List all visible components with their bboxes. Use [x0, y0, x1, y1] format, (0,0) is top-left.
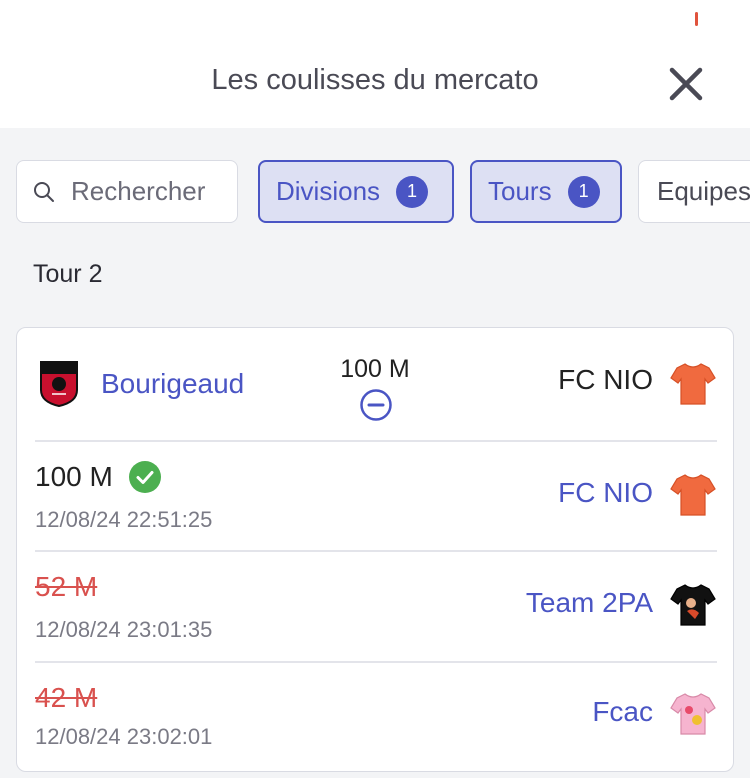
search-placeholder: Rechercher — [71, 176, 206, 206]
bid-row: 100 M 12/08/24 22:51:25 FC NIO — [35, 441, 717, 551]
bid-timestamp: 12/08/24 23:01:35 — [35, 617, 213, 642]
filter-tours-count-badge: 1 — [567, 175, 600, 208]
bid-amount-text: 52 M — [35, 571, 98, 602]
transfer-card: Bourigeaud 100 M FC NIO 100 M 12/08/24 2… — [16, 327, 734, 772]
bid-timestamp: 12/08/24 23:02:01 — [35, 724, 213, 749]
jersey-icon — [670, 584, 716, 626]
bid-amount-text: 100 M — [35, 461, 113, 492]
search-icon — [33, 181, 55, 203]
transfer-team: FC NIO — [558, 364, 653, 395]
section-title: Tour 2 — [33, 260, 103, 288]
transfer-price: 100 M — [340, 355, 410, 383]
modal-header: Les coulisses du mercato — [0, 0, 750, 128]
club-logo-icon — [40, 361, 78, 408]
bid-amount-text: 42 M — [35, 682, 98, 713]
bid-amount: 52 M — [35, 571, 97, 603]
jersey-icon — [670, 363, 716, 405]
jersey-icon — [670, 474, 716, 516]
bid-row: 42 M 12/08/24 23:02:01 Fcac — [35, 662, 717, 772]
jersey-icon — [670, 693, 716, 735]
player-name-link[interactable]: Bourigeaud — [101, 368, 244, 400]
bid-amount: 100 M — [35, 461, 161, 493]
filter-divisions-label: Divisions — [276, 176, 381, 206]
close-icon — [669, 67, 703, 101]
filter-bar: Rechercher Divisions 1 Tours 1 Equipes — [0, 160, 750, 224]
filter-equipes-button[interactable]: Equipes — [638, 160, 750, 223]
bid-team-link[interactable]: Fcac — [592, 696, 653, 728]
page-title: Les coulisses du mercato — [211, 64, 539, 96]
bid-amount: 42 M — [35, 682, 97, 714]
filter-divisions-button[interactable]: Divisions 1 — [258, 160, 454, 223]
status-indicator — [695, 12, 698, 26]
bid-team-link[interactable]: FC NIO — [558, 477, 653, 509]
remove-bid-icon[interactable] — [359, 388, 393, 422]
check-circle-icon — [128, 461, 161, 493]
search-input[interactable]: Rechercher — [16, 160, 238, 223]
filter-equipes-label: Equipes — [657, 176, 750, 206]
filter-divisions-count-badge: 1 — [396, 175, 429, 208]
bid-team-link[interactable]: Team 2PA — [526, 587, 653, 619]
close-button[interactable] — [664, 62, 708, 106]
bid-row: 52 M 12/08/24 23:01:35 Team 2PA — [35, 551, 717, 661]
bid-timestamp: 12/08/24 22:51:25 — [35, 507, 213, 532]
transfer-summary-row: Bourigeaud 100 M FC NIO — [35, 328, 717, 440]
filter-tours-button[interactable]: Tours 1 — [470, 160, 622, 223]
filter-tours-label: Tours — [488, 176, 552, 206]
